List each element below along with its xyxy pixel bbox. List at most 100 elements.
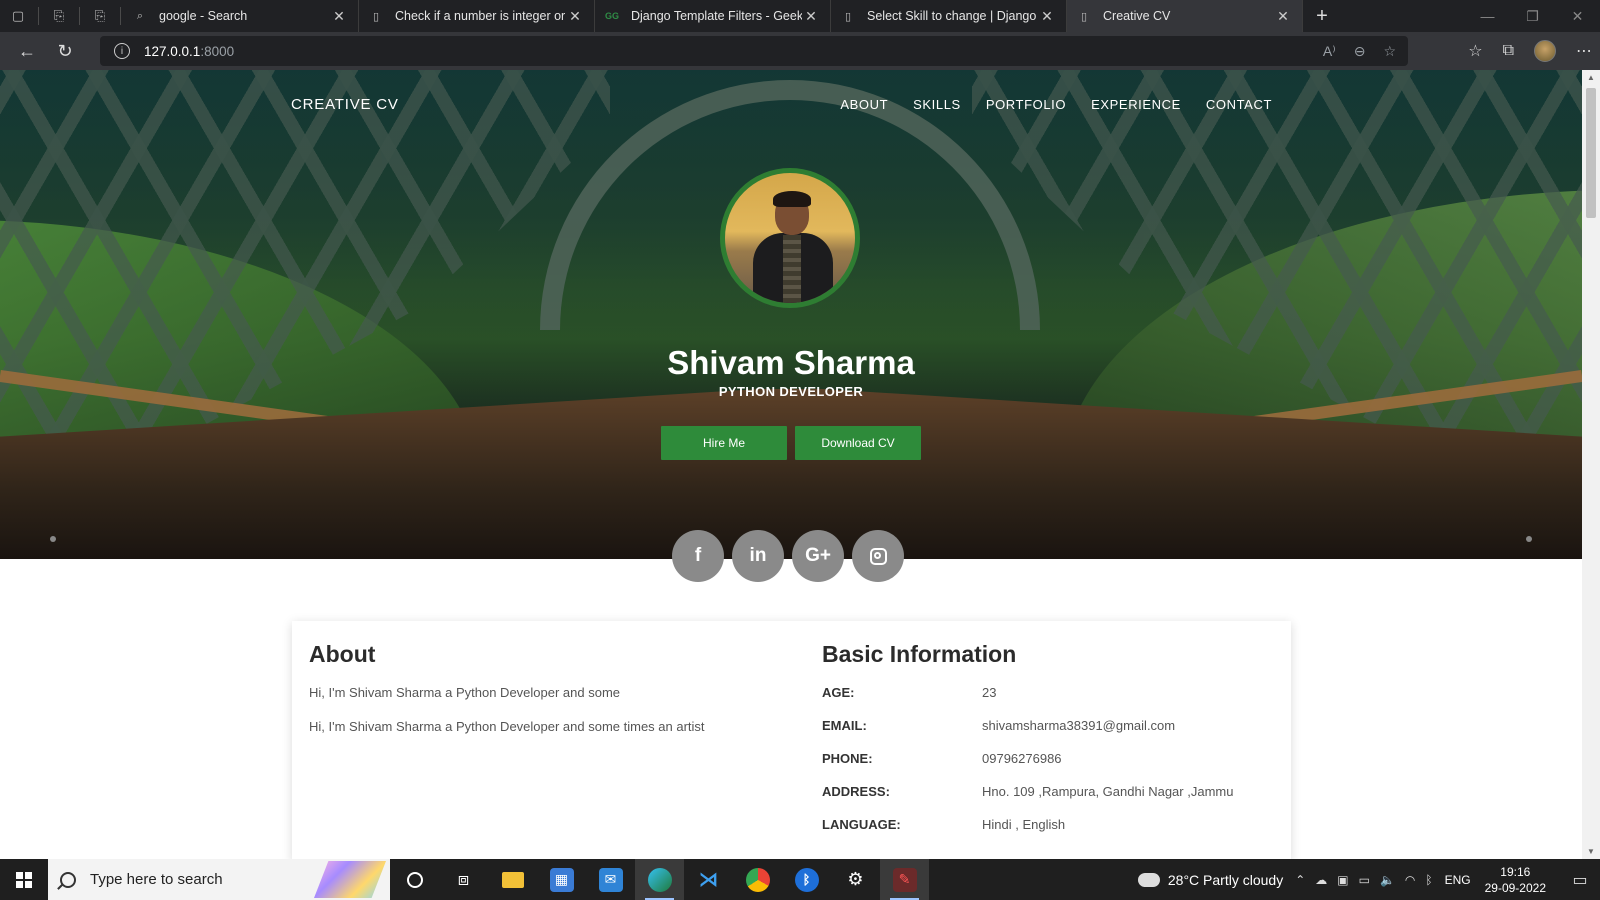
- bluetooth-icon[interactable]: ᛒ: [782, 859, 831, 900]
- close-icon[interactable]: ✕: [1038, 8, 1056, 25]
- close-icon[interactable]: ✕: [566, 8, 584, 25]
- instagram-icon[interactable]: [852, 530, 904, 582]
- photo-hair: [773, 191, 811, 207]
- google-plus-icon[interactable]: G+: [792, 530, 844, 582]
- reload-icon[interactable]: ↻: [46, 32, 84, 70]
- scroll-down-icon[interactable]: ▼: [1587, 847, 1595, 856]
- search-icon: [60, 871, 76, 888]
- search-highlight-art: [314, 861, 386, 898]
- new-tab-button[interactable]: +: [1303, 0, 1341, 32]
- edge-icon[interactable]: [635, 859, 684, 900]
- address-bar[interactable]: i 127.0.0.1 :8000 A⁾ ⊖ ☆: [100, 36, 1408, 66]
- add-favorite-icon[interactable]: ☆: [1383, 43, 1396, 60]
- start-button[interactable]: [0, 859, 48, 900]
- more-menu-icon[interactable]: ⋯: [1576, 41, 1592, 61]
- file-explorer-icon[interactable]: [488, 859, 537, 900]
- onedrive-icon[interactable]: ☁: [1315, 873, 1327, 887]
- nav-skills[interactable]: SKILLS: [913, 97, 961, 112]
- gfg-icon: GG: [605, 11, 620, 21]
- battery-icon[interactable]: ▭: [1359, 873, 1370, 887]
- page-icon: ▯: [1080, 10, 1088, 23]
- page-viewport: CREATIVE CV ABOUT SKILLS PORTFOLIO EXPER…: [0, 70, 1582, 859]
- address-toolbar: ← ↻ i 127.0.0.1 :8000 A⁾ ⊖ ☆ ☆ ⧉ ⋯: [0, 32, 1600, 70]
- maximize-icon[interactable]: ❐: [1510, 0, 1555, 32]
- tab-google-search[interactable]: ⌕ google - Search ✕: [123, 0, 359, 32]
- linkedin-icon[interactable]: in: [732, 530, 784, 582]
- tab-creative-cv[interactable]: ▯ Creative CV ✕: [1067, 0, 1303, 32]
- tab-title: Select Skill to change | Django si: [867, 9, 1038, 23]
- divider: [79, 7, 80, 25]
- bluetooth-tray-icon[interactable]: ᛒ: [1425, 873, 1432, 887]
- about-text: Hi, I'm Shivam Sharma a Python Developer…: [309, 719, 705, 734]
- profile-role: PYTHON DEVELOPER: [718, 384, 864, 399]
- deck-light: [1526, 536, 1532, 542]
- collections-icon[interactable]: ⧉: [1503, 42, 1514, 60]
- scroll-up-icon[interactable]: ▲: [1587, 73, 1595, 82]
- photo-scarf: [783, 235, 801, 303]
- info-row-email: EMAIL: shivamsharma38391@gmail.com: [822, 718, 1282, 736]
- close-icon[interactable]: ✕: [802, 8, 820, 25]
- nav-experience[interactable]: EXPERIENCE: [1091, 97, 1181, 112]
- notification-icon[interactable]: ▭: [1560, 859, 1600, 900]
- site-nav: ABOUT SKILLS PORTFOLIO EXPERIENCE CONTAC…: [840, 97, 1272, 112]
- tab-actions-icon[interactable]: ▢: [0, 0, 36, 32]
- tab-select-skill[interactable]: ▯ Select Skill to change | Django si ✕: [831, 0, 1067, 32]
- close-icon[interactable]: ✕: [330, 8, 348, 25]
- chevron-up-icon[interactable]: ⌃: [1295, 873, 1305, 887]
- mail-icon[interactable]: ✉: [586, 859, 635, 900]
- wifi-icon[interactable]: ◠: [1405, 873, 1415, 887]
- tray-icons: ⌃ ☁ ▣ ▭ 🔈 ◠ ᛒ: [1295, 873, 1432, 887]
- volume-muted-icon[interactable]: 🔈: [1380, 873, 1395, 887]
- about-title: About: [309, 641, 376, 667]
- site-brand[interactable]: CREATIVE CV: [291, 96, 399, 113]
- language-indicator[interactable]: ENG: [1445, 873, 1471, 887]
- divider: [120, 7, 121, 25]
- task-view-icon[interactable]: ⧈: [439, 859, 488, 900]
- info-value: Hno. 109 ,Rampura, Gandhi Nagar ,Jammu: [982, 784, 1234, 799]
- profile-photo: [720, 168, 860, 308]
- nav-contact[interactable]: CONTACT: [1206, 97, 1272, 112]
- page-scrollbar[interactable]: ▲ ▼: [1582, 70, 1600, 859]
- page-icon: ▯: [372, 10, 380, 23]
- download-cv-button[interactable]: Download CV: [795, 426, 921, 460]
- nav-portfolio[interactable]: PORTFOLIO: [986, 97, 1066, 112]
- info-row-age: AGE: 23: [822, 685, 1282, 703]
- close-window-icon[interactable]: ✕: [1555, 0, 1600, 32]
- microsoft-store-icon[interactable]: ▦: [537, 859, 586, 900]
- minimize-icon[interactable]: —: [1465, 0, 1510, 32]
- nav-about[interactable]: ABOUT: [840, 97, 888, 112]
- read-aloud-icon[interactable]: A⁾: [1323, 43, 1336, 60]
- tab-title: google - Search: [159, 9, 248, 23]
- close-icon[interactable]: ✕: [1274, 8, 1292, 25]
- url-host: 127.0.0.1: [144, 43, 201, 59]
- back-arrow-icon[interactable]: ←: [8, 32, 46, 70]
- info-row-language: LANGUAGE: Hindi , English: [822, 817, 1282, 835]
- info-label: ADDRESS:: [822, 784, 890, 799]
- chrome-icon[interactable]: [733, 859, 782, 900]
- settings-gear-icon[interactable]: ⚙: [831, 859, 880, 900]
- cortana-icon[interactable]: [390, 859, 439, 900]
- hire-me-button[interactable]: Hire Me: [661, 426, 787, 460]
- vscode-icon[interactable]: ⋊: [684, 859, 733, 900]
- about-card: About Hi, I'm Shivam Sharma a Python Dev…: [292, 621, 1291, 859]
- taskbar-search[interactable]: Type here to search: [48, 859, 390, 900]
- facebook-icon[interactable]: f: [672, 530, 724, 582]
- profile-avatar[interactable]: [1534, 40, 1556, 62]
- clock-time: 19:16: [1500, 864, 1531, 879]
- zoom-out-icon[interactable]: ⊖: [1354, 43, 1366, 60]
- clock[interactable]: 19:16 29-09-2022: [1485, 864, 1546, 896]
- tab-title: Creative CV: [1103, 9, 1171, 23]
- scrollbar-thumb[interactable]: [1586, 88, 1596, 218]
- tab-check-integer[interactable]: ▯ Check if a number is integer or d ✕: [359, 0, 595, 32]
- workspace-icon-2[interactable]: ⎘: [82, 0, 118, 32]
- info-icon[interactable]: i: [114, 43, 130, 59]
- weather-widget[interactable]: 28°C Partly cloudy: [1133, 866, 1283, 888]
- app-tray-icon[interactable]: ▣: [1337, 873, 1348, 887]
- favorites-icon[interactable]: ☆: [1468, 41, 1482, 61]
- tab-django-filters[interactable]: GG Django Template Filters - Geeksf ✕: [595, 0, 831, 32]
- browser-tab-bar: ▢ ⎘ ⎘ ⌕ google - Search ✕ ▯ Check if a n…: [0, 0, 1600, 32]
- pinned-app-icon[interactable]: ✎: [880, 859, 929, 900]
- info-value: Hindi , English: [982, 817, 1066, 832]
- partly-cloudy-icon: [1133, 866, 1160, 887]
- workspace-icon[interactable]: ⎘: [41, 0, 77, 32]
